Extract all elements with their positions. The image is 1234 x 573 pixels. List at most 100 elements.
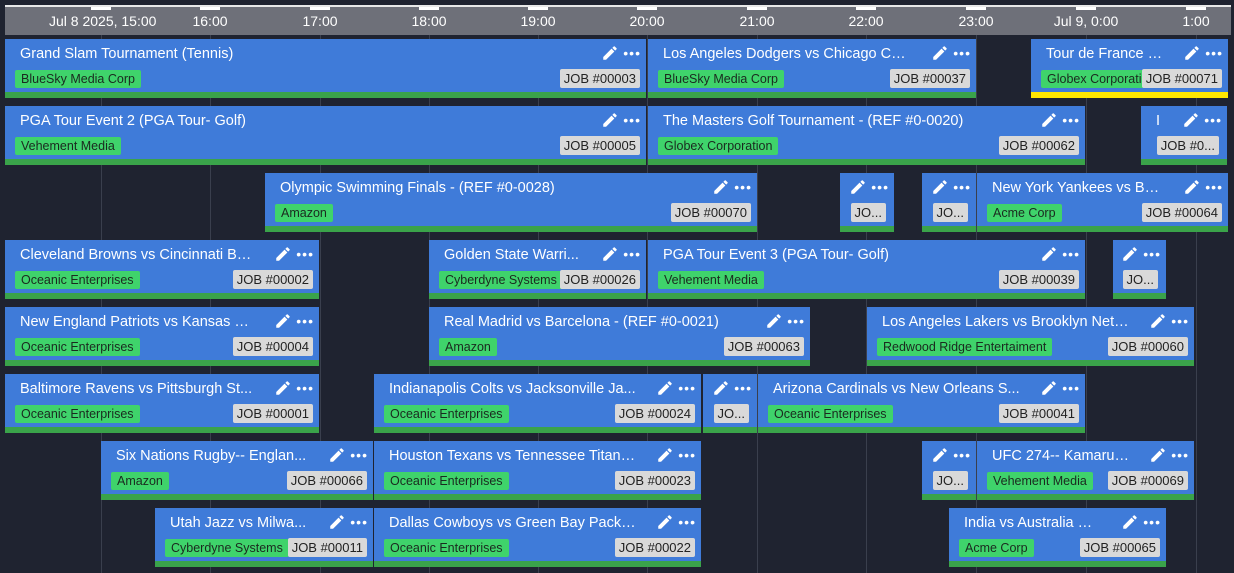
edit-pencil-icon[interactable] xyxy=(712,379,730,397)
timeline-item[interactable]: Arizona Cardinals vs New Orleans S... •••… xyxy=(758,374,1085,433)
edit-pencil-icon[interactable] xyxy=(274,245,292,263)
more-options-icon[interactable]: ••• xyxy=(953,46,971,60)
edit-pencil-icon[interactable] xyxy=(601,44,619,62)
more-options-icon[interactable]: ••• xyxy=(734,180,752,194)
edit-pencil-icon[interactable] xyxy=(274,379,292,397)
timeline-item[interactable]: ••• JO... xyxy=(840,173,894,232)
more-options-icon[interactable]: ••• xyxy=(678,448,696,462)
edit-pencil-icon[interactable] xyxy=(1149,446,1167,464)
timeline-item[interactable]: Grand Slam Tournament (Tennis) ••• BlueSky… xyxy=(5,39,646,98)
more-options-icon[interactable]: ••• xyxy=(296,314,314,328)
edit-pencil-icon[interactable] xyxy=(1149,312,1167,330)
more-options-icon[interactable]: ••• xyxy=(350,515,368,529)
more-options-icon[interactable]: ••• xyxy=(1143,247,1161,261)
edit-pencil-icon[interactable] xyxy=(712,178,730,196)
item-title: Six Nations Rugby-- Englan... xyxy=(116,448,307,464)
client-tag: Oceanic Enterprises xyxy=(768,405,893,423)
item-actions: ••• xyxy=(328,513,368,531)
more-options-icon[interactable]: ••• xyxy=(1205,46,1223,60)
more-options-icon[interactable]: ••• xyxy=(678,381,696,395)
more-options-icon[interactable]: ••• xyxy=(1143,515,1161,529)
edit-pencil-icon[interactable] xyxy=(601,111,619,129)
item-actions: ••• xyxy=(712,178,752,196)
timeline-item[interactable]: Dallas Cowboys vs Green Bay Packer... •••… xyxy=(374,508,701,567)
timeline-item[interactable]: ••• JO... xyxy=(922,441,976,500)
timeline-item[interactable]: UFC 274-- Kamaru ... ••• Vehement Media JOB… xyxy=(977,441,1194,500)
item-title: New England Patriots vs Kansas Ci... xyxy=(20,314,254,330)
more-options-icon[interactable]: ••• xyxy=(1062,113,1080,127)
timeline-item[interactable]: Houston Texans vs Tennessee Titans... •••… xyxy=(374,441,701,500)
timeline-item[interactable]: PGA Tour Event 2 (PGA Tour- Golf) ••• Vehe… xyxy=(5,106,646,165)
timeline-item[interactable]: New York Yankees vs Bos... ••• Acme Corp JO… xyxy=(977,173,1228,232)
edit-pencil-icon[interactable] xyxy=(1121,513,1139,531)
job-number-badge: JO... xyxy=(713,404,749,423)
more-options-icon[interactable]: ••• xyxy=(350,448,368,462)
timeline-item[interactable]: New England Patriots vs Kansas Ci... ••• O… xyxy=(5,307,319,366)
edit-pencil-icon[interactable] xyxy=(328,513,346,531)
timeline-item[interactable]: Golden State Warri... ••• Cyberdyne System… xyxy=(429,240,646,299)
edit-pencil-icon[interactable] xyxy=(1182,111,1200,129)
edit-pencil-icon[interactable] xyxy=(931,446,949,464)
more-options-icon[interactable]: ••• xyxy=(871,180,889,194)
item-actions: ••• xyxy=(656,513,696,531)
more-options-icon[interactable]: ••• xyxy=(296,247,314,261)
more-options-icon[interactable]: ••• xyxy=(1171,314,1189,328)
timeline-item[interactable]: Los Angeles Lakers vs Brooklyn Nets... ••… xyxy=(867,307,1194,366)
more-options-icon[interactable]: ••• xyxy=(623,113,641,127)
client-tag: Cyberdyne Systems xyxy=(439,271,563,289)
timeline-item[interactable]: Six Nations Rugby-- Englan... ••• Amazon JO… xyxy=(101,441,373,500)
timeline-item[interactable]: ••• JO... xyxy=(922,173,976,232)
more-options-icon[interactable]: ••• xyxy=(296,381,314,395)
job-number-badge: JO... xyxy=(1122,270,1158,289)
axis-tick-label: 19:00 xyxy=(520,13,556,29)
timeline-item[interactable]: Utah Jazz vs Milwa... ••• Cyberdyne System… xyxy=(155,508,373,567)
edit-pencil-icon[interactable] xyxy=(1040,111,1058,129)
edit-pencil-icon[interactable] xyxy=(1183,178,1201,196)
timeline-item[interactable]: The Masters Golf Tournament - (REF #0-00… xyxy=(648,106,1085,165)
tick-mark xyxy=(747,7,767,10)
edit-pencil-icon[interactable] xyxy=(656,379,674,397)
more-options-icon[interactable]: ••• xyxy=(953,180,971,194)
item-actions: ••• xyxy=(931,178,971,196)
timeline-item[interactable]: Real Madrid vs Barcelona - (REF #0-0021)… xyxy=(429,307,810,366)
edit-pencil-icon[interactable] xyxy=(1040,245,1058,263)
timeline-item[interactable]: Cleveland Browns vs Cincinnati Be... ••• O… xyxy=(5,240,319,299)
edit-pencil-icon[interactable] xyxy=(1183,44,1201,62)
timeline-item[interactable]: India vs Australia Cr... ••• Acme Corp JOB … xyxy=(949,508,1166,567)
more-options-icon[interactable]: ••• xyxy=(623,247,641,261)
timeline-item[interactable]: ••• JO... xyxy=(1113,240,1166,299)
more-options-icon[interactable]: ••• xyxy=(1204,113,1222,127)
item-title: Golden State Warri... xyxy=(444,247,579,263)
more-options-icon[interactable]: ••• xyxy=(678,515,696,529)
more-options-icon[interactable]: ••• xyxy=(787,314,805,328)
timeline-item[interactable]: Tour de France S... ••• Globex Corporation… xyxy=(1031,39,1228,98)
edit-pencil-icon[interactable] xyxy=(328,446,346,464)
timeline-item[interactable]: I ••• JOB #0... xyxy=(1141,106,1227,165)
timeline-item[interactable]: Baltimore Ravens vs Pittsburgh St... ••• O… xyxy=(5,374,319,433)
timeline[interactable]: Jul 8 2025, 15:00 16:00 17:00 18:00 19:00 20:… xyxy=(0,0,1234,573)
client-tag: Amazon xyxy=(275,204,333,222)
edit-pencil-icon[interactable] xyxy=(765,312,783,330)
more-options-icon[interactable]: ••• xyxy=(953,448,971,462)
edit-pencil-icon[interactable] xyxy=(656,513,674,531)
edit-pencil-icon[interactable] xyxy=(1040,379,1058,397)
more-options-icon[interactable]: ••• xyxy=(1171,448,1189,462)
item-actions: ••• xyxy=(1149,312,1189,330)
timeline-item[interactable]: Olympic Swimming Finals - (REF #0-0028) •… xyxy=(265,173,757,232)
edit-pencil-icon[interactable] xyxy=(1121,245,1139,263)
more-options-icon[interactable]: ••• xyxy=(1205,180,1223,194)
more-options-icon[interactable]: ••• xyxy=(1062,247,1080,261)
edit-pencil-icon[interactable] xyxy=(601,245,619,263)
edit-pencil-icon[interactable] xyxy=(656,446,674,464)
timeline-item[interactable]: ••• JO... xyxy=(703,374,757,433)
edit-pencil-icon[interactable] xyxy=(274,312,292,330)
timeline-item[interactable]: Los Angeles Dodgers vs Chicago Cu... ••• B… xyxy=(648,39,976,98)
more-options-icon[interactable]: ••• xyxy=(734,381,752,395)
edit-pencil-icon[interactable] xyxy=(931,44,949,62)
timeline-item[interactable]: Indianapolis Colts vs Jacksonville Ja...… xyxy=(374,374,701,433)
timeline-item[interactable]: PGA Tour Event 3 (PGA Tour- Golf) ••• Vehe… xyxy=(648,240,1085,299)
edit-pencil-icon[interactable] xyxy=(931,178,949,196)
more-options-icon[interactable]: ••• xyxy=(623,46,641,60)
edit-pencil-icon[interactable] xyxy=(849,178,867,196)
more-options-icon[interactable]: ••• xyxy=(1062,381,1080,395)
